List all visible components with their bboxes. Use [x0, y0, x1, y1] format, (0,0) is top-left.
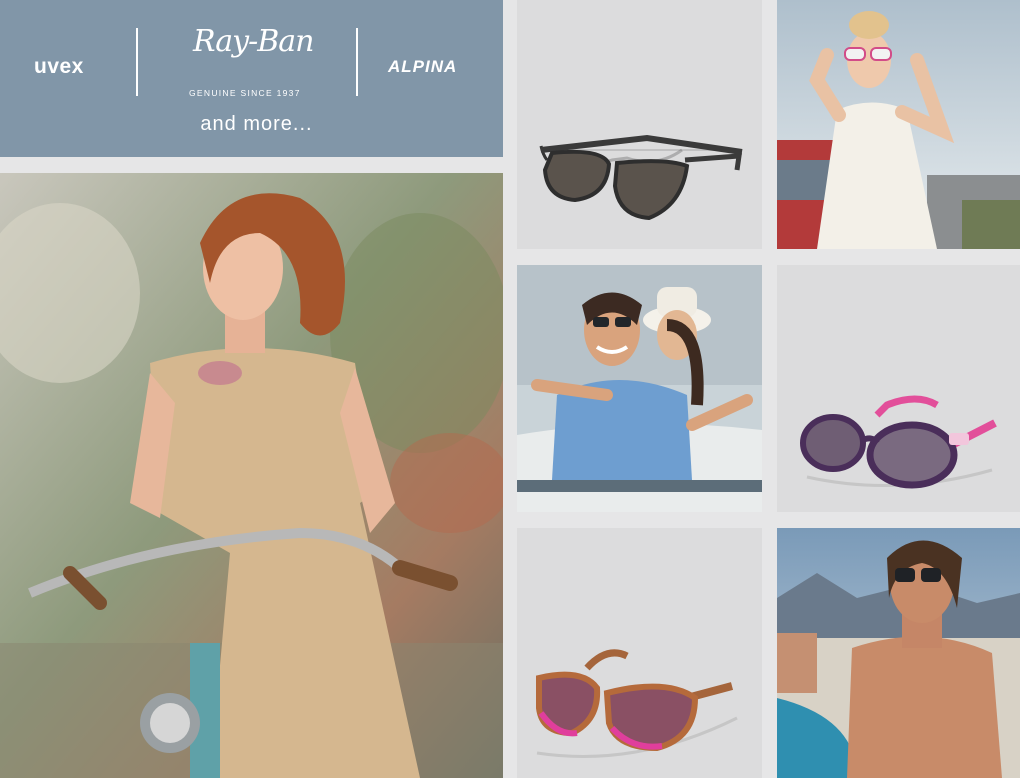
tortoise-pink-sunglasses-product	[517, 528, 762, 778]
alpina-logo: ALPINA	[388, 57, 458, 76]
brand-divider	[356, 28, 358, 96]
uvex-logo: uvex	[34, 55, 84, 78]
dark-grey-sunglasses-product	[517, 0, 762, 249]
and-more-text: and more...	[200, 113, 313, 135]
woman-with-bicycle-photo	[0, 173, 503, 778]
brand-banner: uvex Ray-Ban GENUINE SINCE 1937 ALPINA a…	[0, 0, 503, 157]
man-at-beach-photo	[777, 528, 1020, 778]
woman-in-white-dress-photo	[777, 0, 1020, 249]
purple-pink-sunglasses-product	[777, 265, 1020, 512]
rayban-tagline: GENUINE SINCE 1937	[189, 88, 301, 98]
couple-on-boat-photo	[517, 265, 762, 512]
rayban-logo: Ray-Ban	[193, 24, 314, 59]
brand-divider	[136, 28, 138, 96]
